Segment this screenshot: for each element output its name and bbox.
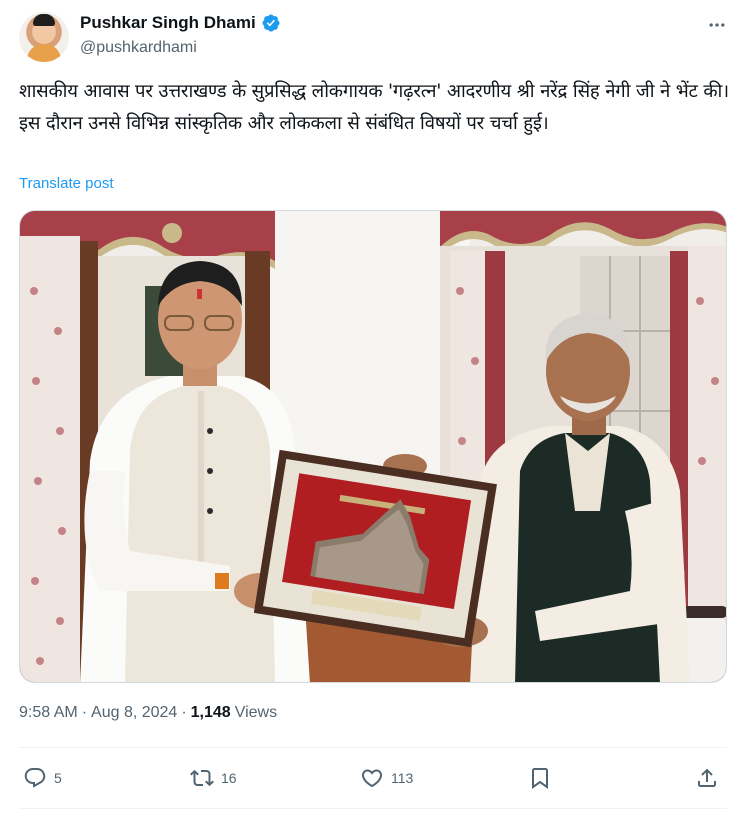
translate-post-link[interactable]: Translate post xyxy=(19,175,114,192)
action-bar: 5 16 113 xyxy=(19,760,727,796)
avatar[interactable] xyxy=(19,12,69,62)
like-count: 113 xyxy=(391,770,414,786)
share-button[interactable] xyxy=(695,760,719,796)
repost-count: 16 xyxy=(221,770,237,786)
tweet: Pushkar Singh Dhami @pushkardhami शासकीय… xyxy=(0,0,756,828)
meta-separator: · xyxy=(181,704,187,721)
author-name-row: Pushkar Singh Dhami xyxy=(80,13,281,33)
views-label: Views xyxy=(234,704,278,721)
views-count: 1,148 xyxy=(190,704,231,721)
author-display-name[interactable]: Pushkar Singh Dhami xyxy=(80,13,256,33)
like-icon xyxy=(361,769,383,788)
post-meta: 9:58 AM · Aug 8, 2024 · 1,148 Views xyxy=(19,704,277,722)
author-handle[interactable]: @pushkardhami xyxy=(80,39,197,57)
like-button[interactable]: 113 xyxy=(360,760,413,796)
divider-bottom xyxy=(19,808,727,809)
divider-top xyxy=(19,747,727,748)
repost-button[interactable]: 16 xyxy=(190,760,237,796)
share-icon xyxy=(698,768,716,787)
more-options-button[interactable] xyxy=(704,12,730,38)
more-icon xyxy=(709,23,725,27)
post-photo[interactable] xyxy=(19,210,727,683)
meta-separator: · xyxy=(81,704,88,721)
post-text: शासकीय आवास पर उत्तराखण्ड के सुप्रसिद्ध … xyxy=(19,81,729,134)
reply-icon xyxy=(24,768,46,788)
reply-button[interactable]: 5 xyxy=(23,760,62,796)
reply-count: 5 xyxy=(54,770,62,786)
verified-badge-icon[interactable] xyxy=(261,13,281,33)
post-date[interactable]: Aug 8, 2024 xyxy=(91,704,177,722)
post-photo-image xyxy=(20,211,726,682)
bookmark-button[interactable] xyxy=(528,760,552,796)
repost-icon xyxy=(190,769,214,787)
bookmark-icon xyxy=(532,768,548,789)
post-time[interactable]: 9:58 AM xyxy=(19,704,78,722)
